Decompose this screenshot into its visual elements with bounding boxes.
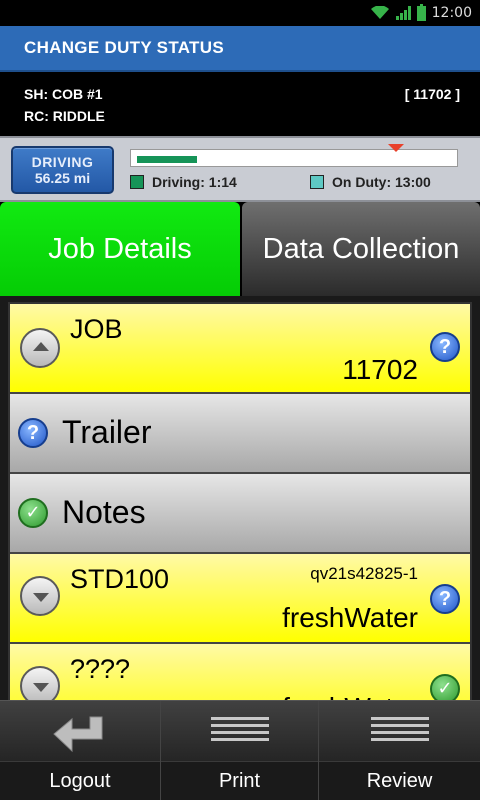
driving-swatch (130, 175, 144, 189)
list-item-notes[interactable]: ✓ Notes (10, 474, 470, 554)
help-icon[interactable]: ? (430, 584, 460, 614)
page-title: CHANGE DUTY STATUS (24, 38, 224, 57)
print-button[interactable]: Print (160, 701, 318, 800)
logout-button[interactable]: Logout (0, 701, 160, 800)
menu-lines-icon (370, 717, 429, 745)
expand-icon[interactable] (20, 576, 60, 616)
check-icon: ✓ (430, 674, 460, 700)
hours-progress-track (130, 149, 458, 167)
load-info: SH: COB #1 RC: RIDDLE [ 11702 ] (0, 74, 480, 136)
signal-icon (395, 6, 411, 20)
battery-icon (416, 3, 426, 21)
onduty-swatch (310, 175, 324, 189)
onduty-legend: On Duty: 13:00 (310, 174, 431, 190)
std-value: freshWater (282, 602, 418, 633)
review-button[interactable]: Review (318, 701, 480, 800)
notes-title: Notes (62, 494, 146, 530)
duty-status-label: DRIVING (31, 154, 94, 170)
driving-legend: Driving: 1:14 (130, 174, 237, 190)
driving-legend-text: Driving: 1:14 (152, 174, 237, 190)
menu-lines-icon (210, 717, 269, 745)
help-icon[interactable]: ? (430, 332, 460, 362)
tab-bar: Job Details Data Collection (0, 202, 480, 296)
list-item-unknown[interactable]: ???? freshWater ✓ (10, 644, 470, 700)
title-bar: CHANGE DUTY STATUS (0, 26, 480, 72)
tab-data-collection[interactable]: Data Collection (242, 202, 480, 296)
tab-job-details[interactable]: Job Details (0, 202, 240, 296)
duty-status-button[interactable]: DRIVING 56.25 mi (11, 146, 114, 194)
hours-of-service-panel: DRIVING 56.25 mi Driving: 1:14 On Duty: … (0, 136, 480, 202)
receiver-label: RC: RIDDLE (24, 108, 105, 124)
list-item-std100[interactable]: STD100 qv21s42825-1 freshWater ? (10, 554, 470, 644)
trailer-title: Trailer (62, 414, 152, 450)
job-number-label: [ 11702 ] (404, 86, 460, 102)
unknown-value: freshWater (282, 692, 418, 700)
print-label: Print (161, 761, 318, 800)
check-icon: ✓ (18, 498, 48, 528)
collapse-icon[interactable] (20, 328, 60, 368)
std-code: qv21s42825-1 (310, 564, 418, 583)
list-item-job[interactable]: JOB 11702 ? (10, 304, 470, 394)
logout-label: Logout (0, 761, 160, 800)
back-arrow-icon (53, 716, 103, 753)
limit-marker-icon (388, 144, 404, 152)
driving-progress-fill (137, 156, 197, 163)
review-label: Review (319, 761, 480, 800)
unknown-title: ???? (70, 654, 131, 684)
expand-icon[interactable] (20, 666, 60, 700)
job-value: 11702 (342, 354, 418, 385)
distance-label: 56.25 mi (34, 170, 91, 186)
std-title: STD100 (70, 564, 170, 594)
help-icon[interactable]: ? (18, 418, 48, 448)
clock: 12:00 (431, 5, 472, 21)
onduty-legend-text: On Duty: 13:00 (332, 174, 431, 190)
wifi-icon (370, 6, 389, 19)
list-item-trailer[interactable]: ? Trailer (10, 394, 470, 474)
shipper-label: SH: COB #1 (24, 86, 103, 102)
job-details-list[interactable]: JOB 11702 ? ? Trailer ✓ Notes STD100 qv2… (0, 296, 480, 700)
status-bar: 12:00 (0, 0, 480, 26)
job-title: JOB (70, 314, 123, 344)
action-bar: Logout Print Review (0, 700, 480, 800)
